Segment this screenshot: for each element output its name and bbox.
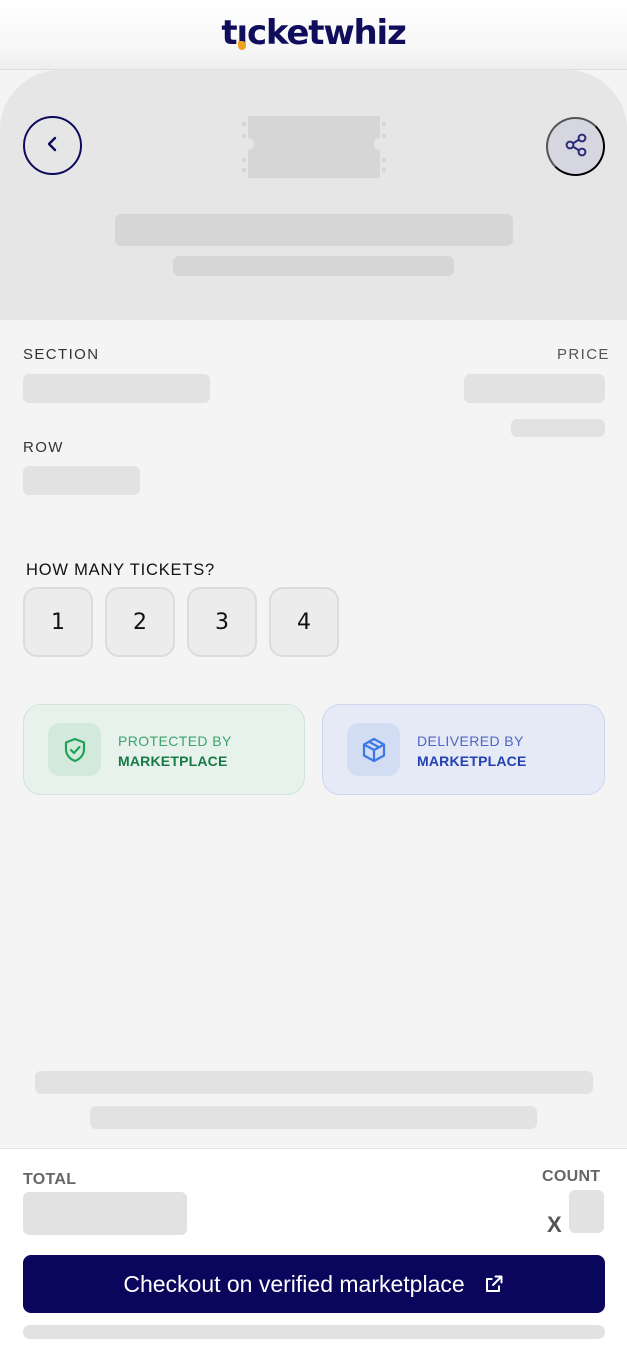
quantity-option-2[interactable]: 2 (105, 587, 175, 657)
row-label: ROW (23, 439, 64, 456)
section-value-placeholder (23, 374, 210, 403)
section-label: SECTION (23, 346, 100, 363)
shield-check-icon (48, 723, 101, 776)
ticketwhiz-logo[interactable]: tı cketwhiz (221, 12, 407, 53)
total-label: TOTAL (23, 1171, 77, 1188)
protected-badge: PROTECTED BY MARKETPLACE (23, 704, 305, 795)
delivered-badge-text: DELIVERED BY MARKETPLACE (417, 731, 527, 771)
count-label: COUNT (542, 1168, 601, 1185)
event-title-placeholder (115, 214, 513, 246)
price-subtext-placeholder (511, 419, 605, 437)
price-value-placeholder (464, 374, 605, 403)
delivered-badge-line1: DELIVERED BY (417, 733, 524, 749)
external-link-icon (483, 1273, 505, 1295)
ticket-quantity-title: HOW MANY TICKETS? (26, 561, 216, 579)
delivered-badge-line2: MARKETPLACE (417, 753, 527, 769)
protected-badge-line1: PROTECTED BY (118, 733, 232, 749)
logo-i-letter: ı (236, 13, 248, 53)
multiply-sign: X (547, 1212, 562, 1237)
checkout-button-label: Checkout on verified marketplace (123, 1270, 465, 1297)
share-button[interactable] (546, 117, 605, 176)
protected-badge-text: PROTECTED BY MARKETPLACE (118, 731, 232, 771)
checkout-button[interactable]: Checkout on verified marketplace (23, 1255, 605, 1313)
logo-text-start: t (221, 12, 237, 53)
price-label: PRICE (557, 346, 610, 363)
row-value-placeholder (23, 466, 140, 495)
disclaimer-line-placeholder (90, 1106, 537, 1129)
event-hero-card (0, 70, 627, 320)
total-value-placeholder (23, 1192, 187, 1235)
disclaimer-line-placeholder (35, 1071, 593, 1094)
count-value-placeholder (569, 1190, 604, 1233)
share-icon (563, 132, 589, 161)
quantity-option-3[interactable]: 3 (187, 587, 257, 657)
quantity-option-4[interactable]: 4 (269, 587, 339, 657)
quantity-option-1[interactable]: 1 (23, 587, 93, 657)
app-header: tı cketwhiz (0, 0, 627, 70)
logo-ticket-accent-icon (237, 40, 246, 50)
protected-badge-line2: MARKETPLACE (118, 753, 228, 769)
back-button[interactable] (23, 116, 82, 175)
event-subtitle-placeholder (173, 256, 454, 276)
ticket-image-placeholder (240, 114, 388, 180)
box-icon (347, 723, 400, 776)
chevron-left-icon (42, 133, 64, 158)
delivered-badge: DELIVERED BY MARKETPLACE (322, 704, 605, 795)
footer-note-placeholder (23, 1325, 605, 1339)
logo-text-end: cketwhiz (246, 12, 407, 53)
